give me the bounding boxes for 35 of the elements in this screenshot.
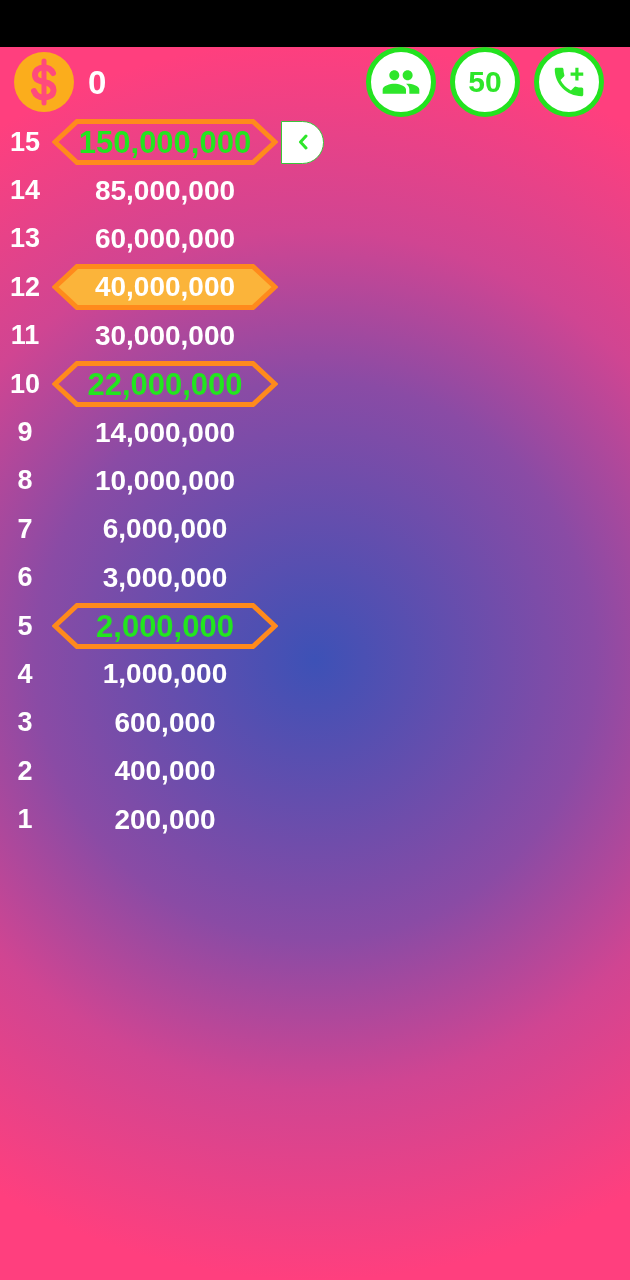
prize-amount: 85,000,000 (94, 176, 236, 205)
level-number: 9 (16, 419, 34, 447)
prize-amount: 22,000,000 (87, 368, 243, 400)
prize-amount: 40,000,000 (94, 273, 236, 302)
level-number: 11 (9, 322, 41, 350)
level-number: 13 (8, 225, 41, 253)
prize-amount: 60,000,000 (94, 224, 236, 253)
dollar-coin-icon (14, 52, 74, 112)
level-number: 3 (16, 709, 34, 737)
balance-amount: 0 (88, 65, 107, 99)
level-number: 8 (16, 467, 34, 495)
level-number: 12 (8, 273, 41, 301)
prize-amount: 150,000,000 (78, 126, 252, 158)
prize-amount: 10,000,000 (94, 466, 236, 495)
level-number: 15 (8, 128, 41, 156)
level-number: 4 (16, 661, 34, 688)
chevron-left-icon (297, 134, 308, 151)
level-number: 1 (16, 806, 34, 834)
prize-amount: 200,000 (114, 805, 216, 834)
level-number: 5 (16, 612, 34, 640)
collapse-tab[interactable] (281, 120, 324, 164)
level-number: 14 (8, 177, 41, 205)
prize-amount: 2,000,000 (96, 610, 234, 642)
prize-amount: 6,000,000 (102, 515, 228, 544)
prize-amount: 30,000,000 (94, 321, 236, 350)
prize-amount: 1,000,000 (102, 660, 228, 689)
prize-amount: 14,000,000 (94, 418, 236, 447)
level-number: 6 (16, 564, 34, 592)
prize-amount: 400,000 (114, 757, 216, 786)
level-number: 10 (8, 370, 41, 398)
level-number: 2 (16, 757, 34, 785)
fifty-fifty-lifeline-button[interactable]: 50 (450, 47, 520, 117)
prize-amount: 600,000 (114, 708, 216, 737)
level-number: 7 (16, 515, 34, 543)
prize-amount: 3,000,000 (102, 563, 228, 592)
